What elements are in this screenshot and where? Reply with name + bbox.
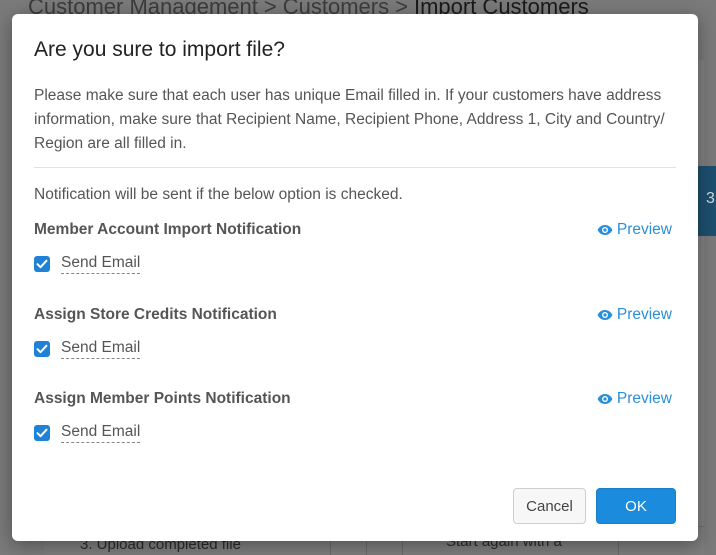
send-email-option: Send Email (34, 254, 141, 274)
notification-title: Member Account Import Notification (34, 221, 302, 238)
dialog-description: Please make sure that each user has uniq… (34, 87, 665, 152)
preview-label: Preview (616, 390, 672, 407)
ok-button[interactable]: OK (596, 488, 676, 524)
send-email-label[interactable]: Send Email (61, 339, 141, 359)
divider (34, 167, 676, 168)
preview-label: Preview (616, 306, 672, 323)
notification-assign-store-credits: Assign Store Credits Notification Previe… (34, 306, 676, 376)
preview-link[interactable]: Preview (597, 390, 672, 408)
dialog-title: Are you sure to import file? (34, 38, 285, 61)
send-email-option: Send Email (34, 339, 141, 359)
send-email-checkbox[interactable] (34, 425, 50, 441)
send-email-checkbox[interactable] (34, 341, 50, 357)
preview-label: Preview (616, 221, 672, 238)
send-email-option: Send Email (34, 423, 141, 443)
checkmark-icon (36, 428, 48, 438)
cancel-button[interactable]: Cancel (513, 488, 586, 524)
send-email-label[interactable]: Send Email (61, 254, 141, 274)
preview-link[interactable]: Preview (597, 221, 672, 239)
notification-member-account-import: Member Account Import Notification Previ… (34, 221, 676, 291)
notification-title: Assign Member Points Notification (34, 390, 291, 407)
preview-link[interactable]: Preview (597, 306, 672, 324)
checkmark-icon (36, 344, 48, 354)
notification-notice: Notification will be sent if the below o… (34, 186, 403, 203)
background-step-tab: 3 (696, 166, 716, 236)
send-email-label[interactable]: Send Email (61, 423, 141, 443)
checkmark-icon (36, 259, 48, 269)
send-email-checkbox[interactable] (34, 256, 50, 272)
import-confirm-dialog: Are you sure to import file? Please make… (12, 14, 698, 541)
eye-icon (597, 310, 613, 320)
eye-icon (597, 225, 613, 235)
notification-assign-member-points: Assign Member Points Notification Previe… (34, 390, 676, 460)
notification-title: Assign Store Credits Notification (34, 306, 277, 323)
eye-icon (597, 394, 613, 404)
